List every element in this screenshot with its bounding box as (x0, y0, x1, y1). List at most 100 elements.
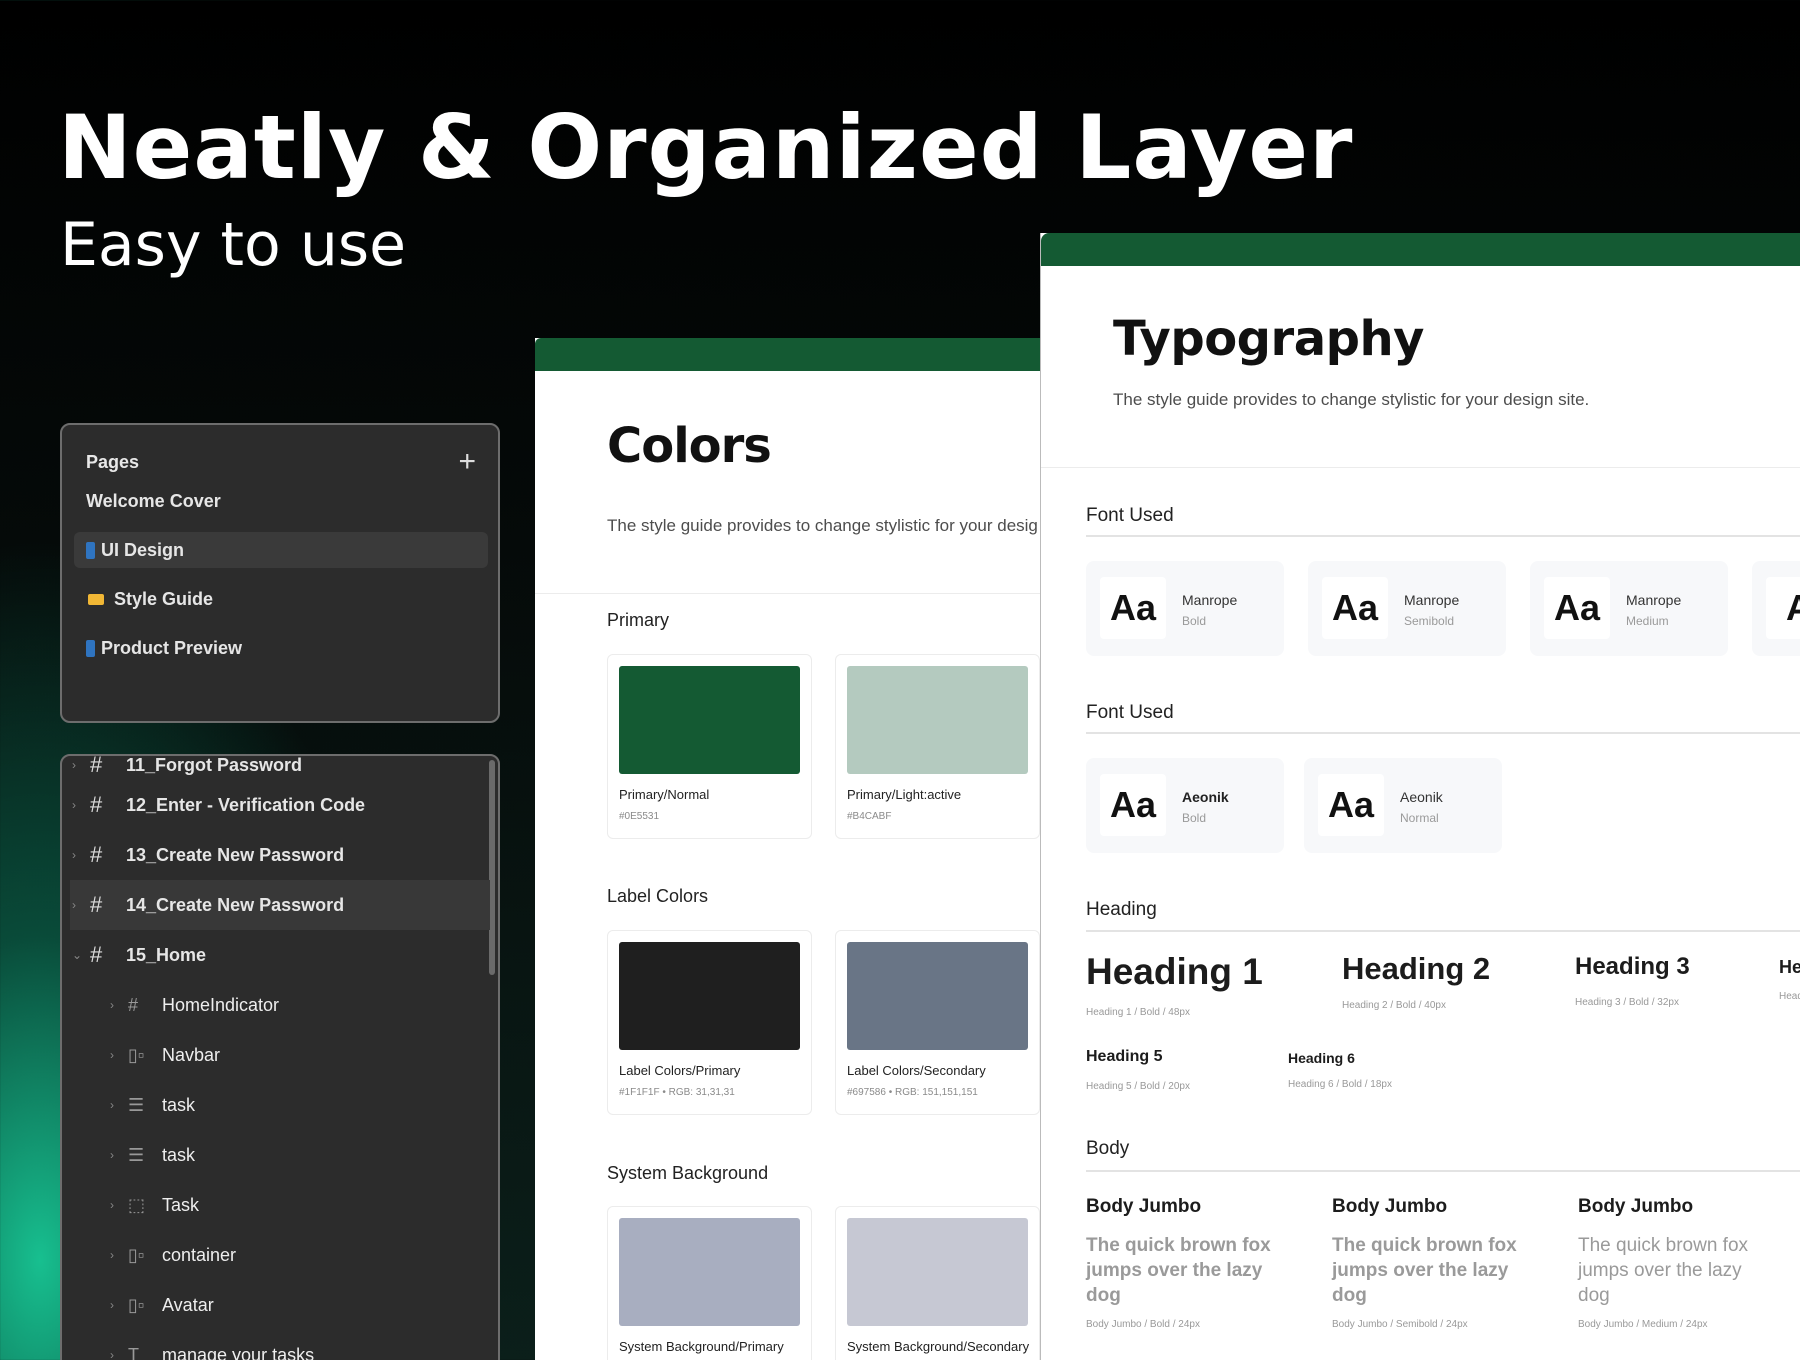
chevron-right-icon[interactable]: › (110, 1248, 114, 1262)
layer-item[interactable]: › # HomeIndicator (62, 980, 498, 1030)
chevron-right-icon[interactable]: › (110, 1198, 114, 1212)
font-sample: Aa (1100, 774, 1166, 836)
font-card[interactable]: Aa Manrope Semibold (1308, 561, 1506, 656)
layer-name: 12_Enter - Verification Code (126, 794, 366, 815)
chevron-down-icon[interactable]: ⌄ (72, 948, 82, 962)
font-weight: Bold (1182, 811, 1207, 825)
auto-layout-icon: ▯▫ (128, 1044, 145, 1065)
chevron-right-icon[interactable]: › (110, 1298, 114, 1312)
pages-panel: Pages + Welcome Cover UI Design Style Gu… (60, 423, 500, 723)
layer-item[interactable]: › ⬚ Task (62, 1180, 498, 1230)
layer-item[interactable]: › ☰ task (62, 1080, 498, 1130)
layer-name: 11_Forgot Password (126, 754, 303, 775)
pages-header-label: Pages (86, 451, 140, 472)
layer-item[interactable]: › ☰ task (62, 1130, 498, 1180)
typography-title: Typography (1113, 311, 1424, 367)
body-sample: The quick brown fox jumps over the lazy … (1578, 1235, 1749, 1306)
color-swatch-card[interactable]: System Background/Primary (607, 1206, 812, 1360)
page-item-welcome-cover[interactable]: Welcome Cover (74, 483, 488, 519)
layer-item[interactable]: › ▯▫ Avatar (62, 1280, 498, 1330)
chevron-right-icon[interactable]: › (72, 848, 76, 862)
layer-name: HomeIndicator (162, 994, 280, 1015)
chevron-right-icon[interactable]: › (110, 998, 114, 1012)
layer-item[interactable]: › ▯▫ Navbar (62, 1030, 498, 1080)
layer-name: task (162, 1144, 196, 1165)
page-item-product-preview[interactable]: Product Preview (74, 630, 488, 666)
heading-meta: Head (1779, 991, 1800, 1002)
swatch-code: #697586 • RGB: 151,151,151 (847, 1087, 978, 1098)
heading-meta: Heading 2 / Bold / 40px (1342, 1000, 1446, 1011)
folder-icon (88, 593, 104, 605)
body-meta: Body Jumbo / Medium / 24px (1578, 1319, 1708, 1330)
font-sample: Aa (1544, 577, 1610, 639)
font-name: Aeonik (1182, 789, 1229, 805)
layer-item[interactable]: ⌄ # 15_Home (62, 930, 498, 980)
page-item-ui-design[interactable]: UI Design (74, 532, 488, 568)
layer-item[interactable]: › T manage your tasks (62, 1330, 498, 1360)
layer-name: Task (162, 1194, 200, 1215)
frame-icon: # (128, 994, 139, 1015)
font-card[interactable]: A (1752, 561, 1800, 656)
layer-name: 14_Create New Password (126, 894, 345, 915)
swatch-name: Primary/Light:active (847, 787, 962, 802)
color-swatch-card[interactable]: System Background/Secondary (835, 1206, 1040, 1360)
swatch-name: Label Colors/Primary (619, 1063, 741, 1078)
body-meta: Body Jumbo / Semibold / 24px (1332, 1319, 1468, 1330)
layer-item[interactable]: › # 12_Enter - Verification Code (62, 780, 498, 830)
phone-icon (86, 639, 95, 657)
heading-meta: Heading 3 / Bold / 32px (1575, 997, 1679, 1008)
page-item-style-guide[interactable]: Style Guide (74, 581, 488, 617)
chevron-right-icon[interactable]: › (110, 1098, 114, 1112)
font-name: Aeonik (1400, 789, 1443, 805)
body-title: Body Jumbo (1332, 1196, 1448, 1217)
color-swatch-card[interactable]: Primary/Normal #0E5531 (607, 654, 812, 839)
chevron-right-icon[interactable]: › (72, 798, 76, 812)
font-card[interactable]: Aa Aeonik Bold (1086, 758, 1284, 853)
font-weight: Normal (1400, 811, 1439, 825)
section-divider (1086, 535, 1800, 537)
frame-icon: # (90, 792, 103, 817)
typography-card: Typography The style guide provides to c… (1040, 233, 1800, 1360)
page-item-label: Product Preview (101, 637, 243, 658)
chevron-right-icon[interactable]: › (110, 1048, 114, 1062)
auto-layout-icon: ▯▫ (128, 1244, 145, 1265)
font-weight: Medium (1626, 614, 1669, 628)
heading-2-sample: Heading 2 (1342, 951, 1491, 986)
layer-name: manage your tasks (162, 1344, 315, 1360)
chevron-right-icon[interactable]: › (72, 898, 76, 912)
frame-icon: # (90, 942, 103, 967)
swatch-code: #1F1F1F • RGB: 31,31,31 (619, 1087, 735, 1098)
phone-icon (86, 541, 95, 559)
font-sample: A (1766, 577, 1800, 639)
layer-item[interactable]: › # 11_Forgot Password (62, 754, 498, 780)
layer-item-selected[interactable]: › # 14_Create New Password (70, 880, 490, 930)
color-swatch-card[interactable]: Label Colors/Primary #1F1F1F • RGB: 31,3… (607, 930, 812, 1115)
font-card[interactable]: Aa Manrope Bold (1086, 561, 1284, 656)
layer-item[interactable]: › # 13_Create New Password (62, 830, 498, 880)
chevron-right-icon[interactable]: › (110, 1348, 114, 1360)
section-divider (1086, 930, 1800, 932)
layer-item[interactable]: › ▯▫ container (62, 1230, 498, 1280)
heading-4-sample: He (1779, 957, 1800, 977)
hero-subtitle: Easy to use (60, 210, 407, 280)
swatch-name: Label Colors/Secondary (847, 1063, 986, 1078)
frame-icon: # (90, 892, 103, 917)
font-card[interactable]: Aa Manrope Medium (1530, 561, 1728, 656)
section-label-heading: Heading (1086, 899, 1157, 920)
colors-card-header-bar (535, 338, 1045, 371)
group-icon: ⬚ (128, 1194, 146, 1215)
font-card[interactable]: Aa Aeonik Normal (1304, 758, 1502, 853)
color-swatch-card[interactable]: Primary/Light:active #B4CABF (835, 654, 1040, 839)
body-title: Body Jumbo (1578, 1196, 1694, 1217)
heading-6-sample: Heading 6 (1288, 1050, 1355, 1066)
add-page-icon[interactable]: + (458, 447, 476, 477)
chevron-right-icon[interactable]: › (110, 1148, 114, 1162)
color-swatch-card[interactable]: Label Colors/Secondary #697586 • RGB: 15… (835, 930, 1040, 1115)
vertical-layout-icon: ☰ (128, 1094, 145, 1115)
swatch-code: #0E5531 (619, 811, 660, 822)
heading-meta: Heading 6 / Bold / 18px (1288, 1079, 1392, 1090)
chevron-right-icon[interactable]: › (72, 758, 76, 772)
color-swatch (619, 942, 800, 1050)
font-weight: Bold (1182, 614, 1207, 628)
heading-meta: Heading 1 / Bold / 48px (1086, 1007, 1190, 1018)
